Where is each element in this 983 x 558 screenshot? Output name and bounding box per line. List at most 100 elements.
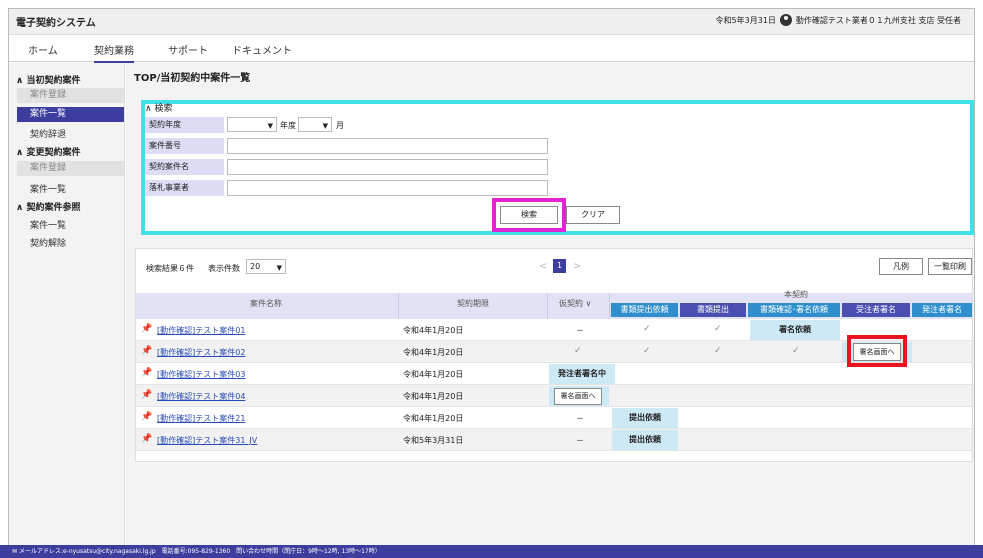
case-link[interactable]: [動作確認]テスト案件31_JV (157, 435, 257, 446)
page-current[interactable]: 1 (553, 259, 566, 273)
case-name-label: 契約案件名 (145, 159, 224, 175)
user-icon[interactable] (779, 14, 792, 26)
case-link[interactable]: [動作確認]テスト案件01 (157, 325, 245, 336)
stage-doc-request: 書類提出依頼 (611, 303, 678, 317)
divider (398, 293, 399, 319)
col-deadline: 契約期限 (457, 299, 489, 308)
case-date: 令和4年1月20日 (403, 348, 464, 357)
stage-doc-confirm: 書類確認･署名依頼 (748, 303, 840, 317)
provisional-status: － (576, 436, 584, 445)
case-link[interactable]: [動作確認]テスト案件04 (157, 391, 245, 402)
case-no-input[interactable] (227, 138, 548, 154)
per-page-select[interactable]: 20 ▼ (246, 259, 286, 274)
tab-documents[interactable]: ドキュメント (232, 42, 292, 57)
stage-orderer-sign: 発注者署名 (912, 303, 972, 317)
footer: ✉ メールアドレス:e-nyusatsu@city.nagasaki.lg.jp… (0, 545, 983, 558)
result-count: 検索結果６件 (146, 264, 194, 273)
col-case-name: 案件名称 (250, 299, 282, 308)
col-provisional[interactable]: 仮契約 ∨ (559, 298, 591, 309)
case-date: 令和4年1月20日 (403, 414, 464, 423)
nav-bar (9, 36, 974, 62)
case-no-label: 案件番号 (145, 138, 224, 154)
case-date: 令和5年3月31日 (403, 436, 464, 445)
chevron-up-icon: ∧ (16, 76, 27, 86)
sidebar-group-initial[interactable]: ∧ 当初契約案件 (16, 73, 80, 86)
sidebar-item-decline[interactable]: 契約辞退 (30, 127, 66, 140)
pin-icon[interactable]: 📌 (141, 412, 152, 422)
month-select[interactable]: ▼ (298, 117, 332, 132)
col-main-contract: 本契約 (784, 290, 808, 299)
pin-icon[interactable]: 📌 (141, 346, 152, 356)
check-icon: ✓ (643, 346, 651, 356)
sidebar-item-reference-list[interactable]: 案件一覧 (30, 218, 66, 231)
sidebar-item-case-list[interactable]: 案件一覧 (17, 107, 124, 122)
mail-icon: ✉ (12, 548, 19, 555)
user-name: 動作確認テスト業者０１九州支社 支店 受任者 (795, 15, 961, 25)
sidebar-item-change-register: 案件登録 (17, 161, 124, 176)
check-icon: ✓ (643, 324, 651, 334)
clear-button[interactable]: クリア (566, 206, 620, 224)
bidder-label: 落札事業者 (145, 180, 224, 196)
status-submit-request: 提出依頼 (612, 408, 678, 428)
case-link[interactable]: [動作確認]テスト案件02 (157, 347, 245, 358)
fiscal-year-label: 契約年度 (145, 117, 224, 133)
tab-contract-work[interactable]: 契約業務 (94, 42, 134, 63)
case-link[interactable]: [動作確認]テスト案件21 (157, 413, 245, 424)
status-submit-request: 提出依頼 (612, 430, 678, 450)
print-list-button[interactable]: 一覧印刷 (928, 258, 972, 275)
table-row (136, 429, 972, 451)
current-date: 令和5年3月31日 (715, 15, 776, 25)
sidebar-item-change-list[interactable]: 案件一覧 (30, 182, 66, 195)
check-icon: ✓ (792, 346, 800, 356)
case-date: 令和4年1月20日 (403, 326, 464, 335)
status-orderer-signing: 発注者署名中 (549, 364, 615, 384)
sidebar-group-change[interactable]: ∧ 変更契約案件 (16, 145, 80, 158)
chevron-up-icon: ∧ (16, 148, 27, 158)
stage-contractor-sign: 受注者署名 (842, 303, 910, 317)
per-page-label: 表示件数 (208, 264, 240, 273)
app-title: 電子契約システム (16, 18, 96, 29)
sidebar (9, 63, 125, 545)
tab-support[interactable]: サポート (168, 42, 208, 57)
sidebar-item-register: 案件登録 (17, 88, 124, 103)
chevron-down-icon: ▼ (276, 264, 282, 272)
tab-home[interactable]: ホーム (28, 42, 58, 57)
chevron-down-icon: ▼ (267, 122, 273, 130)
case-date: 令和4年1月20日 (403, 370, 464, 379)
month-unit: 月 (336, 121, 344, 130)
chevron-up-icon: ∧ (16, 203, 27, 213)
divider (547, 293, 548, 319)
pin-icon[interactable]: 📌 (141, 368, 152, 378)
sign-screen-button[interactable]: 署名画面へ (853, 343, 901, 361)
fiscal-year-select[interactable]: ▼ (227, 117, 277, 132)
year-unit: 年度 (280, 121, 296, 130)
pin-icon[interactable]: 📌 (141, 390, 152, 400)
provisional-status: － (576, 326, 584, 335)
search-button[interactable]: 検索 (500, 206, 558, 224)
pin-icon[interactable]: 📌 (141, 434, 152, 444)
sign-screen-button[interactable]: 署名画面へ (554, 388, 602, 405)
prev-page-icon[interactable]: < (539, 261, 547, 272)
table-row (136, 407, 972, 429)
check-icon: ✓ (714, 346, 722, 356)
page-title: TOP/当初契約中案件一覧 (134, 73, 251, 84)
user-info: 令和5年3月31日 動作確認テスト業者０１九州支社 支店 受任者 (716, 14, 961, 26)
pin-icon[interactable]: 📌 (141, 324, 152, 334)
divider (609, 293, 610, 319)
bidder-input[interactable] (227, 180, 548, 196)
stage-doc-submit: 書類提出 (680, 303, 746, 317)
check-icon: ✓ (574, 346, 582, 356)
provisional-status: － (576, 414, 584, 423)
legend-button[interactable]: 凡例 (879, 258, 923, 275)
case-name-input[interactable] (227, 159, 548, 175)
chevron-down-icon: ∨ (585, 299, 592, 308)
search-header[interactable]: ∧ 検索 (145, 101, 172, 114)
chevron-down-icon: ▼ (322, 122, 328, 130)
check-icon: ✓ (714, 324, 722, 334)
status-sign-request: 署名依頼 (750, 320, 840, 340)
case-link[interactable]: [動作確認]テスト案件03 (157, 369, 245, 380)
sidebar-item-cancel[interactable]: 契約解除 (30, 236, 66, 249)
case-date: 令和4年1月20日 (403, 392, 464, 401)
sidebar-group-reference[interactable]: ∧ 契約案件参照 (16, 200, 80, 213)
next-page-icon[interactable]: > (573, 261, 581, 272)
